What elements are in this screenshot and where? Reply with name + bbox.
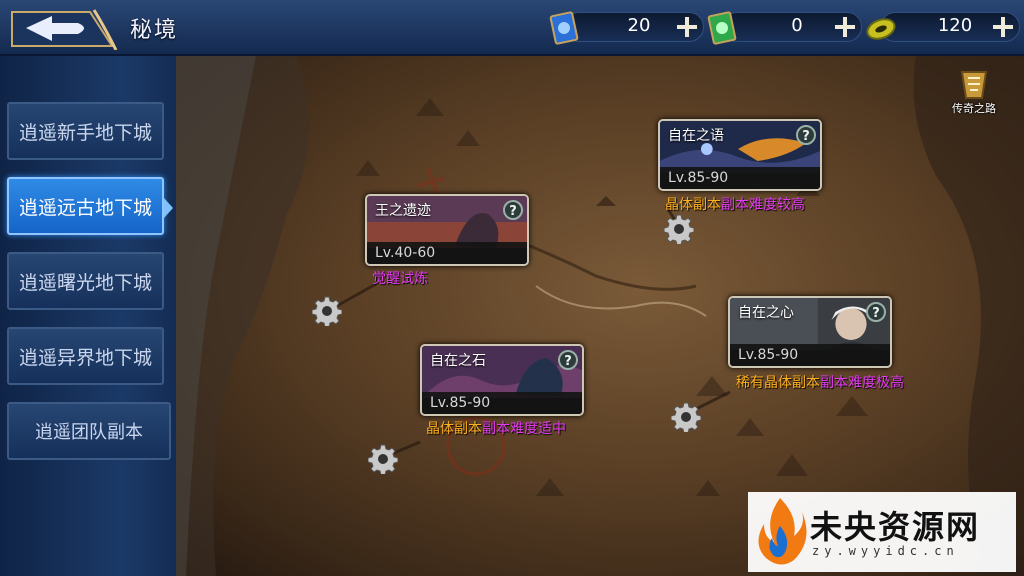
blue-ticket-icon <box>549 11 579 45</box>
legend-road-label: 传奇之路 <box>952 102 996 115</box>
currency-blue-ticket: 20 <box>546 9 706 45</box>
tag-text: 副本难度较高 <box>721 197 805 213</box>
active-indicator-icon <box>164 198 173 218</box>
help-icon[interactable]: ? <box>796 125 816 145</box>
gear-icon[interactable] <box>368 444 398 474</box>
dungeon-card-king-ruins[interactable]: 王之遗迹 ? Lv.40-60 <box>365 194 529 266</box>
currency-value: 120 <box>937 15 973 36</box>
sidebar: 逍遥新手地下城 逍遥远古地下城 逍遥曙光地下城 逍遥异界地下城 逍遥团队副本 <box>0 56 176 576</box>
currency-value: 20 <box>627 15 651 36</box>
tag-text: 稀有晶体副本 <box>736 375 820 391</box>
dungeon-name: 自在之语 <box>668 128 724 144</box>
currency-pill: 120 <box>880 12 1020 42</box>
tag-text: 觉醒试炼 <box>372 271 428 287</box>
watermark-url: zy.wyyidc.cn <box>812 544 959 558</box>
gear-icon[interactable] <box>312 296 342 326</box>
dungeon-name: 自在之心 <box>738 305 794 321</box>
plus-icon[interactable] <box>833 15 857 39</box>
back-arrow-icon <box>11 9 118 51</box>
green-ticket-icon <box>707 11 737 45</box>
watermark: 未央资源网 zy.wyyidc.cn <box>748 492 1016 572</box>
dungeon-level: Lv.85-90 <box>422 392 582 414</box>
sidebar-item-ancient-dungeon[interactable]: 逍遥远古地下城 <box>7 177 164 235</box>
sidebar-item-otherworld-dungeon[interactable]: 逍遥异界地下城 <box>7 327 164 385</box>
plus-icon[interactable] <box>675 15 699 39</box>
watermark-brand: 未央资源网 <box>810 508 981 546</box>
dungeon-card-free-stone[interactable]: 自在之石 ? Lv.85-90 <box>420 344 584 416</box>
page-title: 秘境 <box>130 18 179 43</box>
top-bar: 秘境 20 0 120 <box>0 0 1024 56</box>
dungeon-level: Lv.85-90 <box>730 344 890 366</box>
plus-icon[interactable] <box>991 15 1015 39</box>
help-icon[interactable]: ? <box>558 350 578 370</box>
dungeon-level: Lv.40-60 <box>367 242 527 264</box>
sidebar-item-dawn-dungeon[interactable]: 逍遥曙光地下城 <box>7 252 164 310</box>
gear-icon[interactable] <box>664 214 694 244</box>
dungeon-card-free-words[interactable]: 自在之语 ? Lv.85-90 <box>658 119 822 191</box>
dungeon-tag: 稀有晶体副本副本难度极高 <box>736 372 904 392</box>
gold-coin-icon <box>866 18 896 40</box>
currency-gold-coin: 120 <box>862 9 1022 45</box>
currency-green-ticket: 0 <box>704 9 864 45</box>
flame-logo-icon <box>758 498 807 565</box>
dungeon-tag: 觉醒试炼 <box>372 268 428 288</box>
dungeon-tag: 晶体副本副本难度较高 <box>665 194 805 214</box>
dungeon-name: 王之遗迹 <box>375 203 431 219</box>
dungeon-tag: 晶体副本副本难度适中 <box>426 418 566 438</box>
tag-text: 副本难度适中 <box>482 421 566 437</box>
currency-value: 0 <box>791 15 803 36</box>
game-screen: 秘境 20 0 120 逍遥新手地下城 逍遥远古地下城 逍遥曙光地下城 逍遥异界… <box>0 0 1024 576</box>
dungeon-card-free-heart[interactable]: 自在之心 ? Lv.85-90 <box>728 296 892 368</box>
currency-pill: 0 <box>722 12 862 42</box>
dungeon-name: 自在之石 <box>430 353 486 369</box>
gear-icon[interactable] <box>671 402 701 432</box>
help-icon[interactable]: ? <box>866 302 886 322</box>
dungeon-level: Lv.85-90 <box>660 167 820 189</box>
tag-text: 晶体副本 <box>426 421 482 437</box>
help-icon[interactable]: ? <box>503 200 523 220</box>
legend-road-button[interactable]: 传奇之路 <box>944 68 1004 120</box>
tag-text: 晶体副本 <box>665 197 721 213</box>
back-button[interactable] <box>8 6 118 51</box>
sidebar-item-novice-dungeon[interactable]: 逍遥新手地下城 <box>7 102 164 160</box>
currency-pill: 20 <box>564 12 704 42</box>
legend-road-icon <box>960 71 988 99</box>
sidebar-item-team-raid[interactable]: 逍遥团队副本 <box>7 402 171 460</box>
tag-text: 副本难度极高 <box>820 375 904 391</box>
